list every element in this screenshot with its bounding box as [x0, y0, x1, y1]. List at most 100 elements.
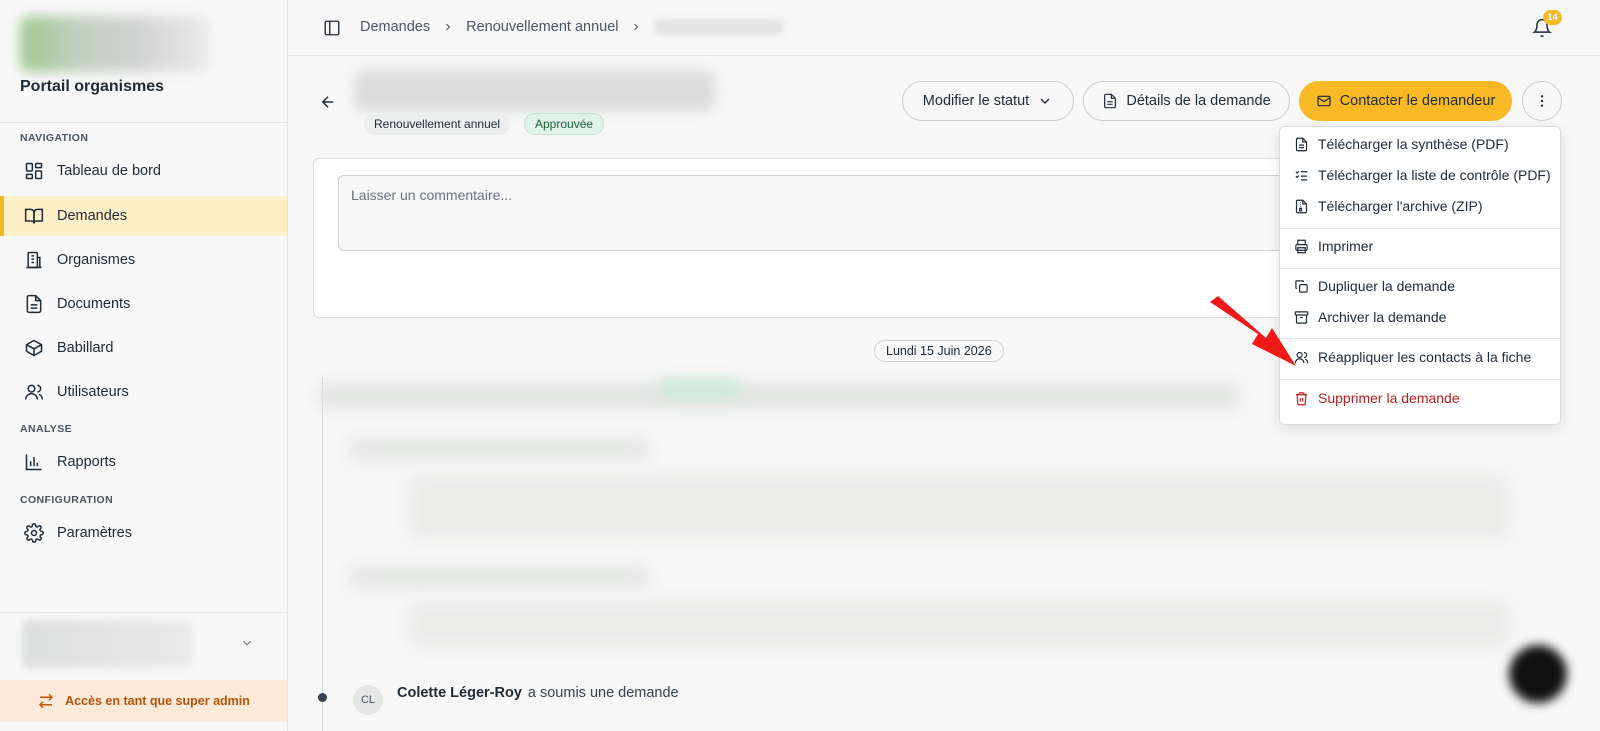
event-author[interactable]: Colette Léger-Roy — [397, 685, 522, 701]
menu-item-download-summary[interactable]: Télécharger la synthèse (PDF) — [1280, 129, 1560, 159]
mail-icon — [1317, 95, 1331, 107]
menu-item-print[interactable]: Imprimer — [1280, 231, 1560, 261]
sidebar-item-dashboard[interactable]: Tableau de bord — [0, 151, 287, 191]
redacted-author — [349, 437, 649, 461]
topbar: Demandes Renouvellement annuel 14 — [289, 0, 1600, 56]
building-icon — [26, 251, 42, 269]
sidebar-divider — [0, 612, 287, 613]
document-icon — [26, 294, 42, 314]
contact-requester-label: Contacter le demandeur — [1339, 93, 1496, 109]
page-title-redacted — [355, 71, 715, 111]
sidebar-item-label: Organismes — [57, 252, 136, 268]
sidebar-item-babillard[interactable]: Babillard — [0, 328, 287, 368]
menu-item-duplicate[interactable]: Dupliquer la demande — [1280, 271, 1560, 301]
contact-requester-button[interactable]: Contacter le demandeur — [1299, 81, 1512, 121]
chevron-right-icon — [446, 23, 451, 31]
menu-divider — [1280, 379, 1560, 380]
menu-item-archive[interactable]: Archiver la demande — [1280, 302, 1560, 332]
menu-item-label: Télécharger la synthèse (PDF) — [1318, 136, 1509, 152]
more-actions-menu: Télécharger la synthèse (PDF) Télécharge… — [1279, 126, 1561, 425]
sidebar-toggle-icon[interactable] — [323, 19, 341, 37]
sidebar-item-label: Tableau de bord — [57, 163, 161, 179]
breadcrumb: Demandes Renouvellement annuel — [360, 19, 785, 35]
menu-item-reapply-contacts[interactable]: Réappliquer les contacts à la fiche — [1280, 342, 1560, 372]
timeline-date: Lundi 15 Juin 2026 — [874, 340, 1004, 362]
section-label-navigation: NAVIGATION — [20, 132, 89, 144]
sidebar-item-organismes[interactable]: Organismes — [0, 240, 287, 280]
document-icon — [1104, 93, 1117, 109]
redacted-event — [319, 383, 1239, 409]
menu-item-download-archive[interactable]: Télécharger l'archive (ZIP) — [1280, 191, 1560, 221]
organization-logo — [20, 16, 210, 72]
file-text-icon — [1295, 137, 1308, 151]
dashboard-icon — [25, 162, 43, 180]
printer-icon — [1295, 239, 1308, 253]
breadcrumb-current-redacted — [654, 19, 785, 35]
sidebar-divider — [0, 122, 287, 123]
menu-divider — [1280, 338, 1560, 339]
sidebar-item-label: Rapports — [57, 454, 116, 470]
chevron-down-icon[interactable] — [240, 636, 254, 650]
menu-item-label: Imprimer — [1318, 238, 1374, 254]
more-actions-button[interactable] — [1522, 81, 1562, 121]
chat-launcher-button[interactable] — [1509, 645, 1567, 703]
sidebar-item-utilisateurs[interactable]: Utilisateurs — [0, 372, 287, 412]
menu-divider — [1280, 268, 1560, 269]
redacted-badge — [659, 379, 739, 399]
event-action: a soumis une demande — [527, 685, 679, 701]
status-badge: Approuvée — [524, 113, 605, 135]
portal-title: Portail organismes — [20, 78, 165, 95]
file-archive-icon — [1295, 199, 1308, 213]
notification-badge: 14 — [1543, 10, 1562, 25]
menu-item-download-checklist[interactable]: Télécharger la liste de contrôle (PDF) — [1280, 160, 1560, 190]
arrow-left-icon[interactable] — [319, 93, 337, 111]
timeline-event: Colette Léger-Roy a soumis une demande — [397, 685, 679, 701]
sidebar: Portail organismes NAVIGATION Tableau de… — [0, 0, 288, 731]
change-status-button[interactable]: Modifier le statut — [902, 81, 1074, 121]
menu-item-label: Télécharger l'archive (ZIP) — [1318, 198, 1483, 214]
sidebar-item-parametres[interactable]: Paramètres — [0, 513, 287, 553]
bar-chart-icon — [25, 454, 42, 471]
switch-arrows-icon — [39, 693, 54, 709]
sidebar-item-label: Utilisateurs — [57, 384, 129, 400]
sidebar-item-label: Demandes — [57, 208, 128, 224]
section-label-configuration: CONFIGURATION — [20, 494, 114, 506]
menu-item-label: Télécharger la liste de contrôle (PDF) — [1318, 167, 1551, 183]
request-details-button[interactable]: Détails de la demande — [1083, 81, 1290, 121]
breadcrumb-renouvellement[interactable]: Renouvellement annuel — [466, 19, 618, 35]
timeline-dot — [318, 693, 327, 702]
users-icon — [24, 384, 44, 400]
annotation-arrow-icon — [1210, 296, 1296, 366]
breadcrumb-demandes[interactable]: Demandes — [360, 19, 430, 35]
chevron-right-icon — [634, 23, 639, 31]
sidebar-item-demandes[interactable]: Demandes — [0, 196, 287, 236]
book-open-icon — [24, 208, 44, 224]
sidebar-item-label: Babillard — [57, 340, 114, 356]
redacted-author — [349, 565, 649, 589]
more-vertical-icon — [1540, 95, 1544, 107]
request-details-label: Détails de la demande — [1126, 93, 1271, 109]
sidebar-item-label: Documents — [57, 296, 131, 312]
sidebar-item-documents[interactable]: Documents — [0, 284, 287, 324]
gear-icon — [24, 523, 44, 543]
menu-item-label: Dupliquer la demande — [1318, 278, 1455, 294]
menu-item-delete[interactable]: Supprimer la demande — [1280, 383, 1560, 413]
redacted-comment — [409, 601, 1509, 647]
redacted-comment — [409, 475, 1509, 539]
menu-divider — [1280, 228, 1560, 229]
avatar: CL — [353, 685, 383, 715]
menu-item-label: Supprimer la demande — [1318, 390, 1460, 406]
superadmin-banner[interactable]: Accès en tant que super admin — [0, 680, 287, 722]
chevron-down-icon — [1040, 98, 1050, 104]
superadmin-label: Accès en tant que super admin — [65, 694, 250, 708]
menu-item-label: Réappliquer les contacts à la fiche — [1318, 349, 1532, 365]
list-checks-icon — [1295, 170, 1308, 180]
box-icon — [25, 339, 43, 357]
section-label-analyse: ANALYSE — [20, 423, 73, 435]
type-badge: Renouvellement annuel — [364, 113, 511, 135]
menu-item-label: Archiver la demande — [1318, 309, 1447, 325]
account-switcher[interactable] — [22, 620, 192, 668]
timeline-line — [322, 377, 323, 731]
sidebar-item-label: Paramètres — [57, 525, 132, 541]
sidebar-item-rapports[interactable]: Rapports — [0, 442, 287, 482]
